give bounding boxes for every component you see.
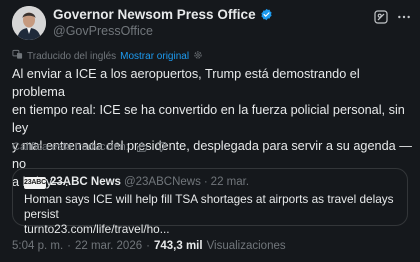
- post-meta: 5:04 p. m. · 22 mar. 2026 · 743,3 mil Vi…: [12, 240, 286, 252]
- rate-translation-row: Califica esta traducción:: [12, 141, 167, 153]
- meta-dot: ·: [146, 240, 150, 252]
- verified-badge-icon: [260, 8, 273, 21]
- grok-icon[interactable]: [373, 9, 389, 25]
- thumbs-up-icon[interactable]: [136, 141, 148, 153]
- translation-notice: Traducido del inglés Mostrar original: [12, 49, 203, 63]
- author-name-row: Governor Newsom Press Office: [53, 7, 273, 22]
- author-avatar[interactable]: [12, 6, 46, 40]
- settings-gear-icon[interactable]: [193, 50, 203, 63]
- quote-header: 23ABC News @23ABCNews · 22 mar.: [50, 176, 249, 188]
- translated-note: Traducido del inglés: [27, 50, 117, 62]
- quote-author-handle: @23ABCNews: [123, 176, 201, 188]
- show-original-link[interactable]: Mostrar original: [120, 51, 189, 62]
- quote-text: Homan says ICE will help fill TSA shorta…: [24, 192, 394, 236]
- quoted-post-card[interactable]: 23ABC 23ABC News @23ABCNews · 22 mar. Ho…: [12, 168, 408, 236]
- post-time[interactable]: 5:04 p. m.: [12, 240, 63, 252]
- author-display-name[interactable]: Governor Newsom Press Office: [53, 7, 256, 22]
- post-date[interactable]: 22 mar. 2026: [75, 240, 142, 252]
- view-count: 743,3 mil: [153, 240, 203, 252]
- quote-author-logo: 23ABC: [24, 177, 46, 189]
- meta-separator: ·: [67, 240, 71, 252]
- translate-icon: [12, 49, 23, 63]
- quote-separator: ·: [203, 176, 208, 188]
- view-count-label: Visualizaciones: [206, 240, 286, 252]
- thumbs-down-icon[interactable]: [155, 141, 167, 153]
- rate-translation-label: Califica esta traducción:: [12, 141, 129, 153]
- quote-author-name: 23ABC News: [50, 176, 121, 188]
- more-options-icon[interactable]: [396, 9, 412, 25]
- author-handle[interactable]: @GovPressOffice: [53, 24, 153, 38]
- quote-date: 22 mar.: [210, 176, 250, 188]
